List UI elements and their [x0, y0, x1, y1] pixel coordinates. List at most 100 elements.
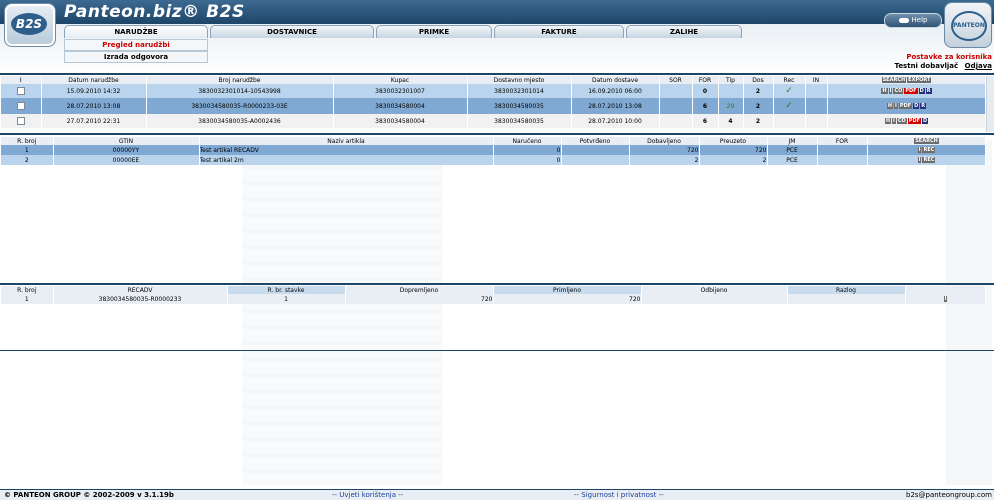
order-place: 3830034580035 — [467, 114, 572, 128]
row-checkbox[interactable] — [16, 87, 25, 95]
logout-link[interactable]: Odjava — [965, 62, 992, 70]
d-button[interactable]: D — [913, 103, 920, 109]
h-button[interactable]: H — [881, 88, 888, 94]
recadv-delivered: 720 — [345, 294, 494, 304]
item-for — [817, 155, 868, 165]
tab-dostavnice[interactable]: DOSTAVNICE — [210, 25, 374, 38]
order-for: 6 — [692, 98, 719, 114]
co-button[interactable]: CO — [896, 118, 907, 124]
submenu-izrada-odgovora[interactable]: Izrada odgovora — [64, 51, 208, 63]
order-sor — [659, 114, 693, 128]
header: B2S Panteon.biz® B2S Help PANTEON NARUDŽ… — [0, 0, 994, 74]
tab-zalihe[interactable]: ZALIHE — [626, 25, 742, 38]
d-button[interactable]: D — [922, 118, 929, 124]
order-place: 3830034580035 — [467, 98, 572, 114]
order-number[interactable]: 3830034580035-A0002436 — [146, 114, 334, 128]
col-header[interactable]: Kupac — [333, 76, 468, 84]
col-header[interactable]: Datum dostave — [571, 76, 660, 84]
order-date: 27.07.2010 22:31 — [41, 114, 147, 128]
col-header: R. br. stavke — [227, 286, 346, 294]
table-row[interactable]: 27.07.2010 22:31 3830034580035-A0002436 … — [1, 114, 986, 128]
d-button[interactable]: D — [918, 88, 925, 94]
export-button[interactable]: EXPORT — [907, 77, 932, 83]
row-checkbox[interactable] — [16, 102, 25, 110]
col-header: Preuzeto — [699, 137, 768, 145]
recadv-actions-header — [905, 286, 986, 294]
h-button[interactable]: H — [886, 103, 894, 109]
pdf-button[interactable]: PDF — [898, 103, 913, 109]
panteon-logo-text: PANTEON — [951, 11, 987, 41]
col-header: Potvrđeno — [561, 137, 630, 145]
i-button[interactable]: I — [894, 103, 898, 109]
order-date: 15.09.2010 14:32 — [41, 84, 147, 98]
order-sor — [659, 84, 693, 98]
order-buyer: 3830034580004 — [333, 114, 468, 128]
col-header: Dos — [743, 76, 774, 84]
row-actions: H I CO PDF D — [827, 114, 986, 128]
table-row[interactable]: 28.07.2010 13:08 3830034580035-R0000233-… — [1, 98, 986, 114]
background-watermark-right — [946, 140, 992, 485]
order-date: 28.07.2010 13:08 — [41, 98, 147, 114]
col-header[interactable]: Broj narudžbe — [146, 76, 334, 84]
orders-scrollbar[interactable] — [986, 76, 994, 132]
col-header[interactable]: Datum narudžbe — [41, 76, 147, 84]
i-button[interactable]: I — [943, 296, 948, 302]
recadv-rb: 1 — [1, 294, 54, 304]
col-header: Odbijeno — [641, 286, 788, 294]
item-ordered: 0 — [493, 145, 562, 155]
brand-title: Panteon.biz® B2S — [64, 2, 245, 22]
logo-text: B2S — [11, 13, 47, 35]
row-checkbox[interactable] — [16, 117, 25, 125]
row-actions: H I CO PDF D R — [827, 84, 986, 98]
table-row[interactable]: 1 00000YY Test artikal RECADV 0 720 720 … — [1, 145, 986, 155]
i-button[interactable]: I — [917, 157, 922, 163]
user-name: Testni dobavljač — [894, 62, 959, 70]
items-table: R. broj GTIN Naziv artikla Naručeno Potv… — [1, 137, 986, 165]
background-watermark — [242, 140, 442, 485]
rec-button[interactable]: REC — [922, 157, 936, 163]
order-tip — [718, 84, 744, 98]
b2s-logo[interactable]: B2S — [4, 3, 56, 47]
h-button[interactable]: H — [884, 118, 891, 124]
tab-narudzbe[interactable]: NARUDŽBE — [64, 25, 208, 38]
item-supplied: 2 — [629, 155, 700, 165]
submenu-pregled-narudzbi[interactable]: Pregled narudžbi — [64, 39, 208, 51]
item-rb: 1 — [1, 145, 54, 155]
i-button[interactable]: I — [917, 147, 922, 153]
items-search-button[interactable]: SEARCH — [914, 138, 939, 144]
table-row[interactable]: 15.09.2010 14:32 3830032301014-10543998 … — [1, 84, 986, 98]
col-header[interactable]: Dostavno mjesto — [467, 76, 572, 84]
table-row[interactable]: 2 00000EE Test artikal 2m 0 2 2 PCE I REC — [1, 155, 986, 165]
tab-primke[interactable]: PRIMKE — [376, 25, 492, 38]
recadv-item: 1 — [227, 294, 346, 304]
help-button[interactable]: Help — [884, 13, 942, 28]
r-button[interactable]: R — [920, 103, 927, 109]
rec-button[interactable]: REC — [922, 147, 936, 153]
user-settings-link[interactable]: Postavke za korisnika — [906, 53, 992, 61]
order-number[interactable]: 3830034580035-R0000233-03E — [146, 98, 334, 114]
pdf-button[interactable]: PDF — [907, 118, 922, 124]
order-number[interactable]: 3830032301014-10543998 — [146, 84, 334, 98]
i-button[interactable]: I — [888, 88, 893, 94]
r-button[interactable]: R — [925, 88, 932, 94]
table-row[interactable]: 1 3830034580035-R0000233 1 720 720 I — [1, 294, 986, 304]
tab-fakture[interactable]: FAKTURE — [494, 25, 624, 38]
rec-check-icon: ✓ — [773, 98, 806, 114]
col-header: Naručeno — [493, 137, 562, 145]
order-tip: 29 — [718, 98, 744, 114]
user-info: Testni dobavljač Odjava — [894, 62, 992, 70]
col-header: R. broj — [1, 137, 54, 145]
item-jm: PCE — [767, 145, 818, 155]
order-dos: 2 — [743, 98, 774, 114]
co-button[interactable]: CO — [893, 88, 904, 94]
footer: © PANTEON GROUP © 2002-2009 v 3.1.19b --… — [0, 489, 994, 500]
item-for — [817, 145, 868, 155]
order-delivery: 28.07.2010 10:00 — [571, 114, 660, 128]
search-button[interactable]: SEARCH — [881, 77, 907, 83]
section-divider — [0, 283, 994, 285]
col-header: R. broj — [1, 286, 54, 294]
order-dos: 2 — [743, 84, 774, 98]
pdf-button[interactable]: PDF — [904, 88, 918, 94]
i-button[interactable]: I — [892, 118, 896, 124]
item-jm: PCE — [767, 155, 818, 165]
